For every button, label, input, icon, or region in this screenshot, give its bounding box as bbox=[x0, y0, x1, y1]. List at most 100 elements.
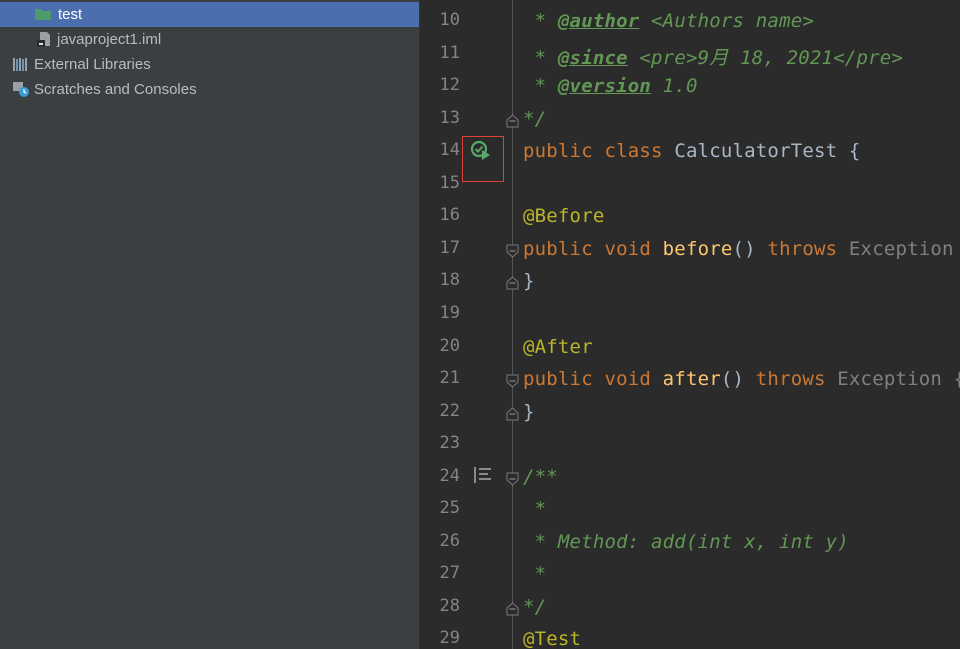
tree-item-label: Scratches and Consoles bbox=[34, 81, 197, 98]
line-number[interactable]: 23 bbox=[420, 433, 460, 453]
code-text: @After bbox=[523, 336, 593, 358]
code-text: * bbox=[523, 498, 546, 520]
code-line[interactable]: 22} bbox=[420, 396, 960, 428]
code-line[interactable]: 27 * bbox=[420, 558, 960, 590]
code-line[interactable]: 26 * Method: add(int x, int y) bbox=[420, 526, 960, 558]
line-number[interactable]: 29 bbox=[420, 628, 460, 648]
scratches-icon bbox=[12, 81, 30, 97]
method-list-icon[interactable] bbox=[473, 466, 493, 484]
folder-icon bbox=[34, 6, 52, 22]
code-text: * @author <Authors name> bbox=[523, 10, 814, 32]
code-token: @After bbox=[523, 335, 593, 358]
code-token: 1.0 bbox=[651, 75, 698, 98]
code-text: public class CalculatorTest { bbox=[523, 140, 861, 162]
code-token: after bbox=[662, 368, 721, 391]
code-line[interactable]: 13 */ bbox=[420, 103, 960, 135]
code-token: throws bbox=[755, 368, 838, 391]
code-line[interactable]: 11 * @since <pre>9月 18, 2021</pre> bbox=[420, 38, 960, 70]
code-token: } bbox=[523, 400, 535, 423]
line-number[interactable]: 24 bbox=[420, 466, 460, 486]
project-tool-window: test javaproject1.iml External Libraries Sc… bbox=[0, 0, 419, 649]
line-number[interactable]: 22 bbox=[420, 401, 460, 421]
code-text: */ bbox=[523, 108, 546, 130]
code-token: */ bbox=[523, 107, 547, 130]
code-token: <Authors name> bbox=[639, 10, 814, 32]
code-line[interactable]: 24 /** bbox=[420, 461, 960, 493]
code-line[interactable]: 25 * bbox=[420, 493, 960, 525]
code-token: Exception { bbox=[848, 237, 954, 260]
code-token: Exception { bbox=[837, 368, 960, 391]
code-token: public void bbox=[523, 237, 663, 260]
code-text: * @since <pre>9月 18, 2021</pre> bbox=[523, 43, 903, 70]
code-line[interactable]: 28 */ bbox=[420, 591, 960, 623]
fold-start-icon[interactable] bbox=[506, 471, 519, 486]
code-token: /** bbox=[523, 465, 558, 488]
fold-end-icon[interactable] bbox=[506, 113, 519, 128]
code-line[interactable]: 21 public void after() throws Exception { bbox=[420, 363, 960, 395]
tree-item[interactable]: test bbox=[0, 2, 419, 27]
code-token: CalculatorTest { bbox=[674, 140, 861, 163]
line-number[interactable]: 20 bbox=[420, 336, 460, 356]
code-line[interactable]: 23 bbox=[420, 428, 960, 460]
code-editor[interactable]: 10 * @author <Authors name> 11 * @since <… bbox=[420, 0, 960, 649]
code-line[interactable]: 10 * @author <Authors name> bbox=[420, 5, 960, 37]
line-number[interactable]: 11 bbox=[420, 43, 460, 63]
tree-item[interactable]: javaproject1.iml bbox=[0, 27, 419, 52]
library-icon bbox=[12, 56, 30, 72]
code-token: public class bbox=[523, 140, 675, 163]
code-line[interactable]: 16 @Before bbox=[420, 200, 960, 232]
line-number[interactable]: 26 bbox=[420, 531, 460, 551]
line-number[interactable]: 13 bbox=[420, 108, 460, 128]
code-token: * bbox=[523, 498, 547, 521]
line-number[interactable]: 25 bbox=[420, 498, 460, 518]
fold-end-icon[interactable] bbox=[506, 406, 519, 421]
tree-item-label: javaproject1.iml bbox=[57, 31, 162, 48]
line-number[interactable]: 14 bbox=[420, 140, 460, 160]
code-text: * @version 1.0 bbox=[523, 75, 698, 97]
code-text: } bbox=[523, 401, 535, 423]
code-token: () bbox=[720, 368, 756, 391]
tree-item-label: External Libraries bbox=[34, 56, 151, 73]
code-line[interactable]: 20 @After bbox=[420, 331, 960, 363]
code-token: public void bbox=[523, 368, 663, 391]
code-text: public void before() throws Exception { bbox=[523, 238, 960, 260]
tree-item-label: test bbox=[58, 6, 83, 23]
code-line[interactable]: 29 @Test bbox=[420, 623, 960, 649]
line-number[interactable]: 21 bbox=[420, 368, 460, 388]
code-token: @version bbox=[557, 75, 652, 98]
fold-start-icon[interactable] bbox=[506, 243, 519, 258]
code-line[interactable]: 17 public void before() throws Exception … bbox=[420, 233, 960, 265]
line-number[interactable]: 18 bbox=[420, 270, 460, 290]
line-number[interactable]: 15 bbox=[420, 173, 460, 193]
code-token: before bbox=[662, 237, 733, 260]
code-token: @Before bbox=[523, 205, 605, 228]
code-token: */ bbox=[523, 595, 547, 618]
line-number[interactable]: 12 bbox=[420, 75, 460, 95]
code-token: @since bbox=[557, 46, 628, 69]
fold-end-icon[interactable] bbox=[506, 275, 519, 290]
fold-start-icon[interactable] bbox=[506, 373, 519, 388]
line-number[interactable]: 19 bbox=[420, 303, 460, 323]
code-text: * bbox=[523, 563, 546, 585]
code-text: @Test bbox=[523, 628, 581, 649]
line-number[interactable]: 17 bbox=[420, 238, 460, 258]
line-number[interactable]: 16 bbox=[420, 205, 460, 225]
code-text: public void after() throws Exception { bbox=[523, 368, 960, 390]
code-line[interactable]: 12 * @version 1.0 bbox=[420, 70, 960, 102]
code-token: <pre>9月 18, 2021</pre> bbox=[627, 46, 904, 69]
code-line[interactable]: 19 bbox=[420, 298, 960, 330]
code-token: * bbox=[523, 75, 558, 98]
run-test-icon[interactable] bbox=[470, 140, 492, 162]
module-file-icon bbox=[36, 31, 54, 47]
tree-item[interactable]: External Libraries bbox=[0, 52, 419, 77]
fold-end-icon[interactable] bbox=[506, 601, 519, 616]
line-number[interactable]: 10 bbox=[420, 10, 460, 30]
line-number[interactable]: 28 bbox=[420, 596, 460, 616]
code-text: } bbox=[523, 270, 535, 292]
code-text: * Method: add(int x, int y) bbox=[523, 531, 849, 553]
line-number[interactable]: 27 bbox=[420, 563, 460, 583]
code-token: * Method: add(int x, int y) bbox=[523, 530, 849, 553]
code-token: * bbox=[523, 46, 558, 69]
tree-item[interactable]: Scratches and Consoles bbox=[0, 77, 419, 102]
code-line[interactable]: 18} bbox=[420, 265, 960, 297]
